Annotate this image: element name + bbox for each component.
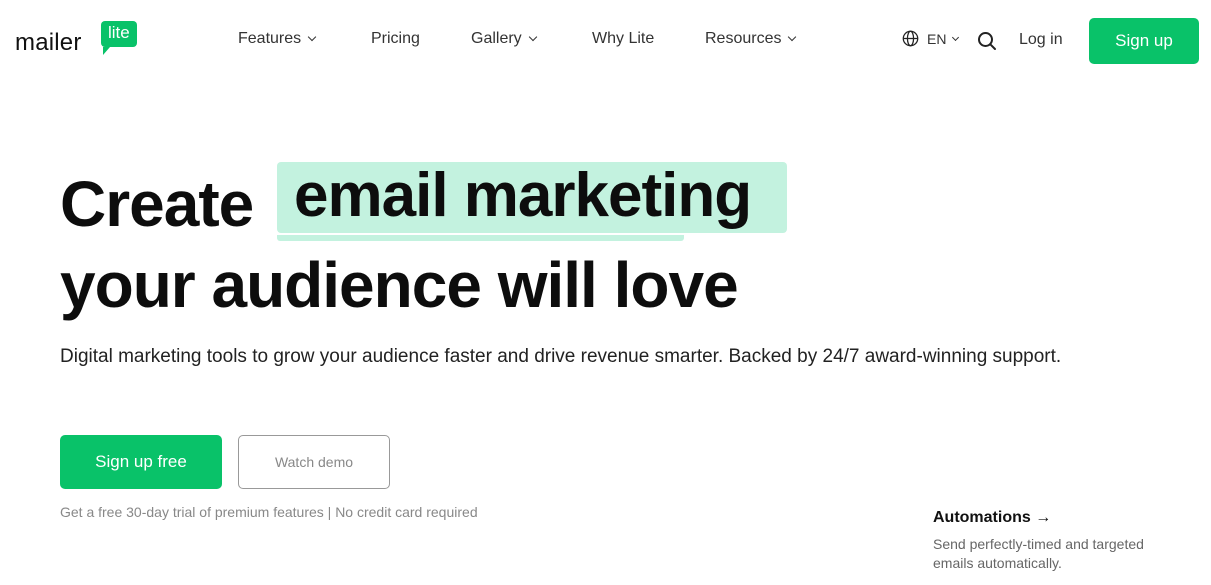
chevron-down-icon <box>307 32 317 42</box>
nav-item-label: Why Lite <box>592 30 655 47</box>
nav-item-why-lite[interactable]: Why Lite <box>592 30 654 48</box>
nav-item-label: Features <box>238 30 302 47</box>
nav-item-resources[interactable]: Resources <box>705 30 797 48</box>
chevron-down-icon <box>788 32 797 42</box>
signup-button[interactable]: Sign up <box>1089 18 1199 64</box>
chevron-down-icon <box>528 32 537 42</box>
login-link[interactable]: Log in <box>1019 31 1063 49</box>
globe-icon <box>902 30 919 47</box>
search-icon[interactable] <box>977 31 997 51</box>
watch-demo-button[interactable]: Watch demo <box>238 435 390 489</box>
hero-title-create: Create <box>60 168 254 240</box>
nav-item-features[interactable]: Features <box>238 30 317 48</box>
chevron-down-icon <box>952 33 960 41</box>
automations-link[interactable]: Automations → <box>933 509 1051 527</box>
hero-title-highlight: email marketing <box>294 161 752 230</box>
hero-subtitle: Digital marketing tools to grow your aud… <box>60 346 1062 367</box>
hero-title-line-2: your audience will love <box>60 249 739 321</box>
nav-item-label: Pricing <box>371 30 420 47</box>
signup-free-button[interactable]: Sign up free <box>60 435 222 489</box>
language-selector[interactable]: EN <box>902 30 960 47</box>
site-header: mailer lite Features Pricing Gallery Why… <box>0 0 1211 84</box>
logo-text: mailer <box>15 29 82 56</box>
language-label: EN <box>927 30 947 47</box>
nav-item-gallery[interactable]: Gallery <box>471 30 537 48</box>
highlight-underline <box>277 235 684 241</box>
hero-title-line-1: Create email marketing <box>60 161 820 242</box>
trial-note: Get a free 30-day trial of premium featu… <box>60 504 478 520</box>
automations-description: Send perfectly-timed and targeted emails… <box>933 536 1144 571</box>
mailerlite-logo[interactable]: mailer lite <box>15 19 145 59</box>
nav-item-label: Resources <box>705 30 782 47</box>
logo-badge: lite <box>101 21 137 55</box>
nav-item-label: Gallery <box>471 30 522 47</box>
nav-item-pricing[interactable]: Pricing <box>371 30 420 48</box>
